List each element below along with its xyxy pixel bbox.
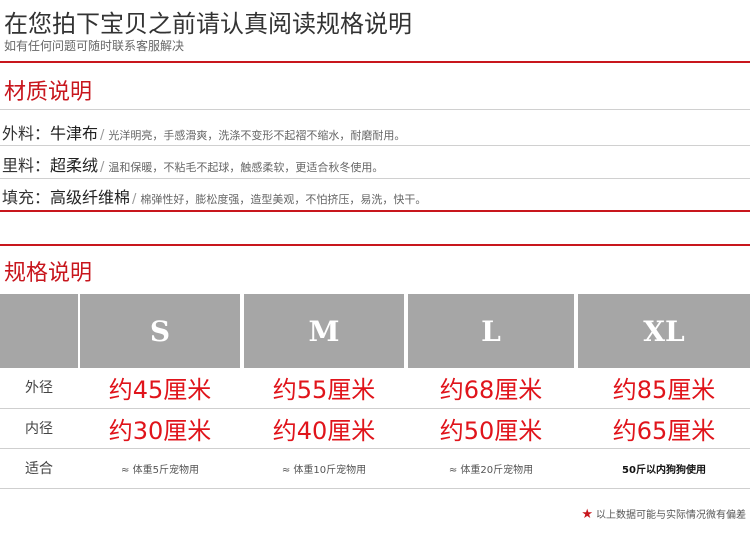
outer-diameter-s: 约45厘米 — [108, 375, 212, 404]
material-name: 牛津布 — [50, 124, 99, 143]
header-blank-cell — [0, 294, 78, 368]
size-header-m: M — [244, 294, 404, 368]
material-desc: 温和保暖，不粘毛不起球，触感柔软，更适合秋冬使用。 — [108, 161, 384, 174]
inner-diameter-s: 约30厘米 — [108, 416, 212, 445]
divider-mid — [0, 210, 750, 212]
size-header-s: S — [80, 294, 240, 368]
suitable-xl: 50斤以内狗狗使用 — [622, 464, 706, 476]
inner-diameter-xl: 约65厘米 — [612, 416, 716, 445]
material-desc: 棉弹性好，膨松度强，造型美观，不怕挤压，易洗，快干。 — [140, 193, 427, 206]
divider-spec — [0, 244, 750, 246]
material-row-filling: 填充：高级纤维棉 / 棉弹性好，膨松度强，造型美观，不怕挤压，易洗，快干。 — [2, 188, 427, 207]
size-header-row: S M L XL — [0, 294, 750, 368]
material-row-outer: 外料：牛津布 / 光洋明亮，手感滑爽，洗涤不变形不起褶不缩水，耐磨耐用。 — [2, 124, 406, 143]
spec-section-title: 规格说明 — [4, 261, 93, 286]
divider — [0, 178, 750, 179]
material-label: 里料： — [2, 156, 51, 175]
material-desc: 光洋明亮，手感滑爽，洗涤不变形不起褶不缩水，耐磨耐用。 — [108, 129, 406, 142]
disclaimer-text: 以上数据可能与实际情况微有偏差 — [596, 510, 746, 521]
divider-top — [0, 61, 750, 63]
outer-diameter-l: 约68厘米 — [439, 375, 543, 404]
page-subtitle: 如有任何问题可随时联系客服解决 — [4, 39, 185, 53]
suitable-s: ≈ 体重5斤宠物用 — [121, 464, 199, 476]
outer-diameter-m: 约55厘米 — [272, 375, 376, 404]
suitable-m: ≈ 体重10斤宠物用 — [281, 464, 367, 476]
row-label-inner: 内径 — [25, 421, 53, 437]
table-divider — [0, 488, 750, 489]
divider — [0, 109, 750, 110]
suitable-l: ≈ 体重20斤宠物用 — [448, 464, 534, 476]
inner-diameter-m: 约40厘米 — [272, 416, 376, 445]
size-header-xl: XL — [578, 294, 750, 368]
divider — [0, 145, 750, 146]
material-name: 高级纤维棉 — [50, 188, 131, 207]
material-label: 填充： — [2, 188, 51, 207]
page-title: 在您拍下宝贝之前请认真阅读规格说明 — [4, 10, 412, 38]
disclaimer-note: ★ 以上数据可能与实际情况微有偏差 — [581, 506, 746, 522]
inner-diameter-l: 约50厘米 — [439, 416, 543, 445]
row-label-outer: 外径 — [25, 380, 53, 396]
material-label: 外料： — [2, 124, 51, 143]
size-header-l: L — [408, 294, 574, 368]
star-icon: ★ — [581, 507, 593, 522]
material-section-title: 材质说明 — [4, 80, 93, 105]
material-name: 超柔绒 — [50, 156, 99, 175]
row-label-suitable: 适合 — [25, 461, 53, 477]
material-row-lining: 里料：超柔绒 / 温和保暖，不粘毛不起球，触感柔软，更适合秋冬使用。 — [2, 156, 384, 175]
outer-diameter-xl: 约85厘米 — [612, 375, 716, 404]
